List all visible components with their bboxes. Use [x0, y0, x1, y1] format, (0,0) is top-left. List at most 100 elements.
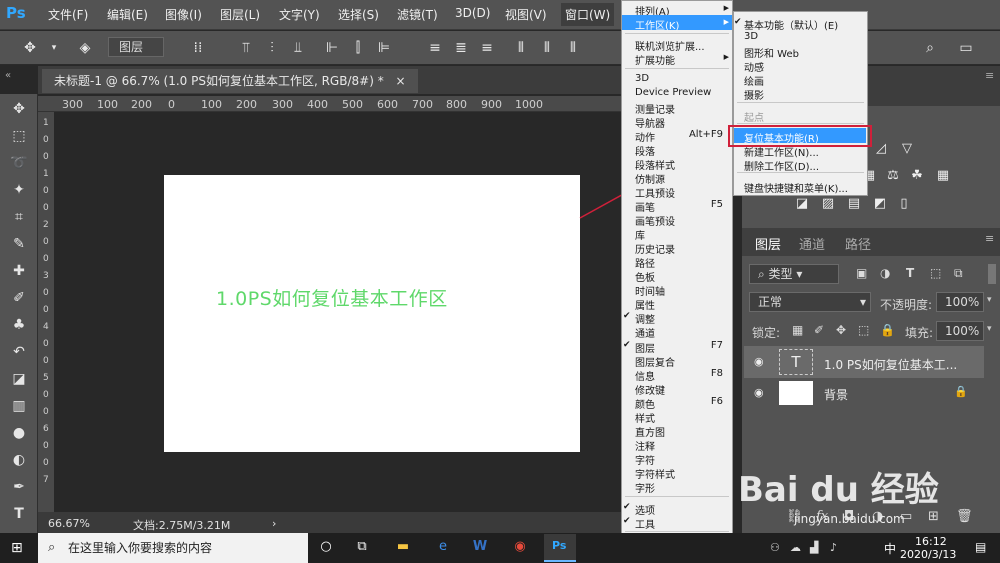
opacity-input[interactable]: 100% [936, 292, 984, 312]
type-tool-icon[interactable]: T [9, 504, 29, 524]
workspace-menu-item[interactable]: 3D [733, 31, 868, 44]
taskbar-search[interactable]: 在这里输入你要搜索的内容 [38, 533, 308, 563]
notification-icon[interactable]: ▤ [975, 540, 989, 554]
chrome-icon[interactable]: ◉ [510, 539, 530, 557]
menu-view[interactable]: 视图(V) [505, 6, 547, 23]
close-icon[interactable]: × [396, 74, 406, 88]
document-canvas[interactable] [164, 175, 580, 452]
window-menu-item[interactable]: 字符样式 [621, 466, 733, 481]
lock-transparent-icon[interactable]: ▦ [792, 323, 803, 337]
search-icon[interactable]: ⌕ [920, 38, 940, 58]
align-vcenter-icon[interactable]: ⫶ [262, 38, 282, 58]
menu-3d[interactable]: 3D(D) [455, 6, 490, 20]
filter-toggle[interactable] [988, 264, 996, 284]
window-menu-item[interactable]: 调整 ✔ [621, 311, 733, 326]
window-menu-item[interactable]: 注释 [621, 438, 733, 453]
onedrive-icon[interactable]: ☁ [790, 541, 801, 554]
task-view-icon[interactable]: ⧉ [352, 539, 372, 557]
curves-icon[interactable]: ◿ [872, 141, 890, 157]
clock-date[interactable]: 2020/3/13 [900, 548, 956, 561]
auto-select-target[interactable]: 图层 [108, 37, 164, 57]
align-bottom-icon[interactable]: ⫫ [288, 38, 308, 58]
auto-select-icon[interactable]: ◈ [75, 38, 95, 58]
menu-file[interactable]: 文件(F) [48, 6, 88, 23]
pen-tool-icon[interactable]: ✒ [9, 477, 29, 497]
blur-tool-icon[interactable]: ● [9, 423, 29, 443]
marquee-tool-icon[interactable]: ⬚ [9, 126, 29, 146]
window-menu-item[interactable]: Device Preview [621, 87, 733, 100]
chevron-down-icon[interactable]: ▾ [44, 38, 64, 58]
workspace-menu-item[interactable]: 摄影 [733, 87, 868, 102]
menu-filter[interactable]: 滤镜(T) [397, 6, 438, 23]
window-menu-item[interactable]: 图层 ✔ F7 [621, 340, 733, 355]
lock-all-icon[interactable]: 🔒 [880, 323, 895, 337]
menu-layer[interactable]: 图层(L) [220, 6, 260, 23]
threshold-icon[interactable]: ▤ [845, 196, 863, 212]
fill-input[interactable]: 100% [936, 321, 984, 341]
menu-edit[interactable]: 编辑(E) [107, 6, 148, 23]
window-menu-item[interactable]: 工作区(K) ▶ [621, 17, 733, 32]
window-menu-item[interactable]: 工具 ✔ [621, 516, 733, 531]
window-menu-item[interactable]: 字形 [621, 480, 733, 495]
volume-icon[interactable]: ♪ [830, 541, 837, 554]
window-menu-item[interactable]: 工具预设 [621, 185, 733, 200]
window-menu-item[interactable]: 画笔预设 [621, 213, 733, 228]
move-tool-icon[interactable]: ✥ [9, 99, 29, 119]
selective-color-icon[interactable]: ◩ [871, 196, 889, 212]
people-icon[interactable]: ⚇ [770, 541, 780, 554]
image-filter-icon[interactable]: ▣ [856, 266, 867, 280]
workspace-menu-item[interactable]: 图形和 Web [733, 45, 868, 60]
channel-mixer-icon[interactable]: ☘ [908, 168, 926, 184]
healing-brush-tool-icon[interactable]: ✚ [9, 261, 29, 281]
window-menu-item[interactable]: 历史记录 [621, 241, 733, 256]
distribute-hcenter-icon[interactable]: ⦀ [537, 38, 557, 58]
transform-controls-icon[interactable]: ⁞⁞ [188, 38, 208, 58]
window-menu-item[interactable]: 信息 F8 [621, 368, 733, 383]
color-balance-icon[interactable]: ⚖ [884, 168, 902, 184]
window-menu-item[interactable]: 属性 [621, 297, 733, 312]
window-menu-item[interactable]: 仿制源 [621, 171, 733, 186]
delete-layer-icon[interactable]: 🗑 [956, 509, 973, 524]
workspace-menu-item[interactable]: 基本功能（默认）(E) ✔ [733, 17, 868, 32]
tab-channels[interactable]: 通道 [799, 234, 825, 253]
align-left-icon[interactable]: ⊩ [322, 38, 342, 58]
dodge-tool-icon[interactable]: ◐ [9, 450, 29, 470]
align-top-icon[interactable]: ⫪ [236, 38, 256, 58]
window-menu-item[interactable]: 色板 [621, 269, 733, 284]
panel-menu-icon[interactable]: ≡ [985, 69, 994, 82]
align-hcenter-icon[interactable]: ⫿ [348, 38, 368, 58]
eyedropper-tool-icon[interactable]: ✎ [9, 234, 29, 254]
menu-select[interactable]: 选择(S) [338, 6, 379, 23]
workspace-menu-item[interactable]: 键盘快捷键和菜单(K)... [733, 180, 868, 195]
window-menu-item[interactable]: 通道 [621, 325, 733, 340]
type-filter-icon[interactable]: T [906, 266, 914, 280]
layers-panel-menu-icon[interactable]: ≡ [985, 232, 994, 245]
move-tool-icon[interactable]: ✥ [20, 38, 40, 58]
magic-wand-tool-icon[interactable]: ✦ [9, 180, 29, 200]
posterize-icon[interactable]: ▨ [819, 196, 837, 212]
lasso-tool-icon[interactable]: ➰ [9, 153, 29, 173]
lock-position-icon[interactable]: ✥ [836, 323, 846, 337]
shape-filter-icon[interactable]: ⬚ [930, 266, 941, 280]
window-menu-item[interactable]: 样式 [621, 410, 733, 425]
window-menu-item[interactable]: 路径 [621, 255, 733, 270]
visibility-eye-icon[interactable]: ◉ [754, 386, 764, 399]
window-menu-item[interactable]: 段落 [621, 143, 733, 158]
word-icon[interactable]: W [470, 539, 490, 557]
status-chevron-icon[interactable]: › [272, 517, 276, 530]
window-menu-item[interactable]: 导航器 [621, 115, 733, 130]
lock-image-icon[interactable]: ✐ [814, 323, 824, 337]
brush-tool-icon[interactable]: ✐ [9, 288, 29, 308]
cortana-icon[interactable]: ○ [316, 539, 336, 557]
workspace-menu-item[interactable]: 动感 [733, 59, 868, 74]
window-menu-item[interactable]: 库 [621, 227, 733, 242]
menu-type[interactable]: 文字(Y) [279, 6, 320, 23]
ime-indicator[interactable]: 中 [884, 540, 896, 557]
invert-icon[interactable]: ◪ [793, 196, 811, 212]
window-menu-item[interactable]: 测量记录 [621, 101, 733, 116]
tab-layers[interactable]: 图层 [755, 234, 781, 253]
opacity-dropdown-icon[interactable]: ▾ [987, 295, 992, 305]
smart-object-filter-icon[interactable]: ⧉ [954, 266, 963, 281]
file-explorer-icon[interactable]: ▬ [393, 539, 413, 557]
align-right-icon[interactable]: ⊫ [374, 38, 394, 58]
